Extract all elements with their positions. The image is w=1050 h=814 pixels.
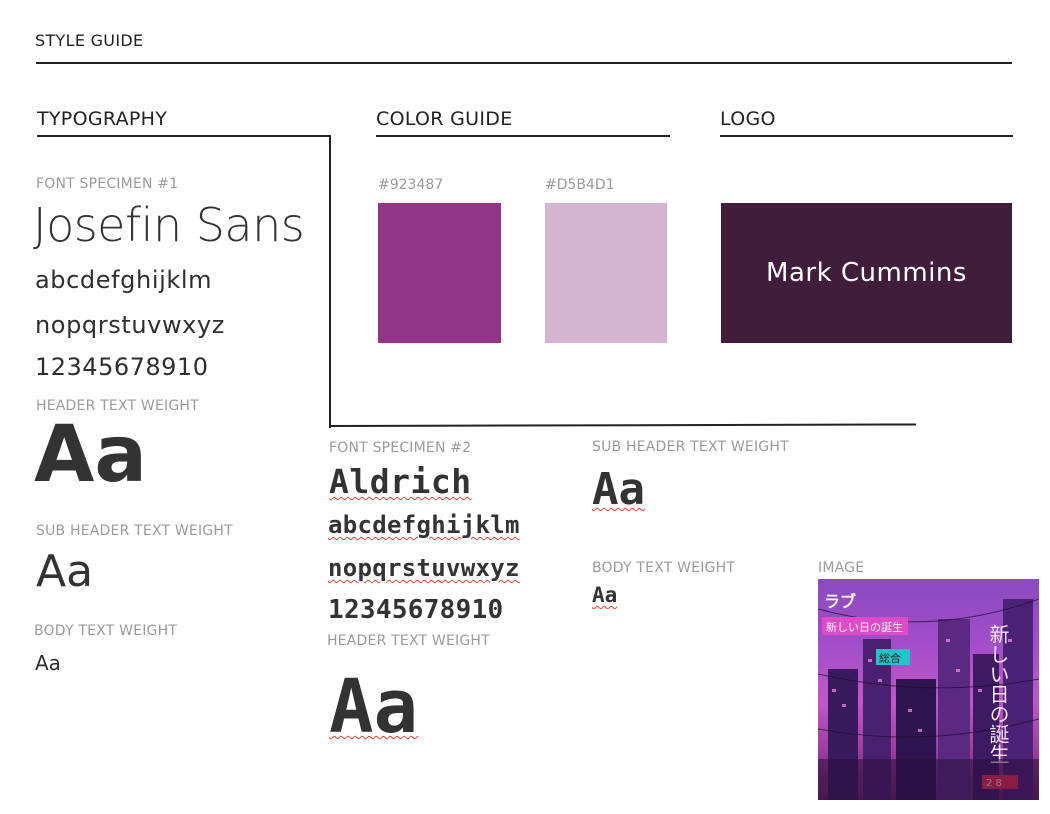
specimen1-body-weight-label: BODY TEXT WEIGHT — [34, 623, 178, 639]
specimen1-lowercase-2: nopqrstuvwxyz — [35, 311, 225, 339]
typography-vertical-divider — [329, 135, 331, 428]
specimen1-body-sample: Aa — [35, 651, 61, 675]
specimen2-subheader-weight-label: SUB HEADER TEXT WEIGHT — [592, 439, 789, 455]
neon-sign-small: 総合 — [879, 651, 901, 665]
image-label: IMAGE — [818, 560, 865, 576]
color-2-hex-label: #D5B4D1 — [545, 177, 615, 193]
specimen1-lowercase-1: abcdefghijklm — [35, 266, 213, 294]
page-title: STYLE GUIDE — [35, 31, 144, 50]
specimen2-lowercase-2: nopqrstuvwxyz — [328, 554, 520, 582]
specimen1-label: FONT SPECIMEN #1 — [36, 176, 179, 192]
neon-city-image: 新しい日の誕生 ラブ 総合 新しい日の誕生 2 8 — [818, 579, 1039, 800]
specimen2-header-sample: Aa — [329, 664, 419, 750]
header-divider — [36, 62, 1012, 64]
specimen-divider — [328, 423, 917, 427]
specimen1-font-name: Josefin Sans — [33, 198, 305, 252]
specimen2-digits: 12345678910 — [328, 595, 504, 625]
section-title-logo: LOGO — [720, 108, 776, 130]
color-guide-divider — [376, 135, 670, 137]
specimen1-digits: 12345678910 — [35, 353, 209, 381]
neon-sign-vertical: 新しい日の誕生 — [986, 624, 1010, 764]
section-title-typography: TYPOGRAPHY — [37, 108, 168, 130]
specimen2-lowercase-1: abcdefghijklm — [328, 511, 520, 539]
logo-text: Mark Cummins — [766, 258, 967, 288]
specimen2-label: FONT SPECIMEN #2 — [329, 440, 472, 456]
typography-divider — [37, 135, 330, 137]
specimen2-font-name: Aldrich — [329, 462, 472, 501]
color-1-swatch — [378, 203, 501, 343]
specimen2-body-sample: Aa — [592, 583, 618, 607]
specimen1-subheader-sample: Aa — [36, 546, 94, 597]
color-1-hex-label: #923487 — [378, 177, 444, 193]
specimen1-header-sample: Aa — [34, 410, 148, 500]
specimen2-header-weight-label: HEADER TEXT WEIGHT — [327, 633, 490, 649]
logo-divider — [720, 135, 1013, 137]
neon-sign-text: 新しい日の誕生 — [826, 620, 903, 634]
color-2-swatch — [545, 203, 667, 343]
section-title-color-guide: COLOR GUIDE — [376, 108, 513, 130]
specimen2-subheader-sample: Aa — [592, 464, 645, 515]
specimen2-body-weight-label: BODY TEXT WEIGHT — [592, 560, 736, 576]
specimen1-subheader-weight-label: SUB HEADER TEXT WEIGHT — [36, 523, 233, 539]
city-skyline-graphic: 新しい日の誕生 ラブ 総合 新しい日の誕生 2 8 — [818, 579, 1039, 800]
neon-sign-katakana: ラブ — [824, 592, 856, 611]
logo-block: Mark Cummins — [721, 203, 1012, 343]
